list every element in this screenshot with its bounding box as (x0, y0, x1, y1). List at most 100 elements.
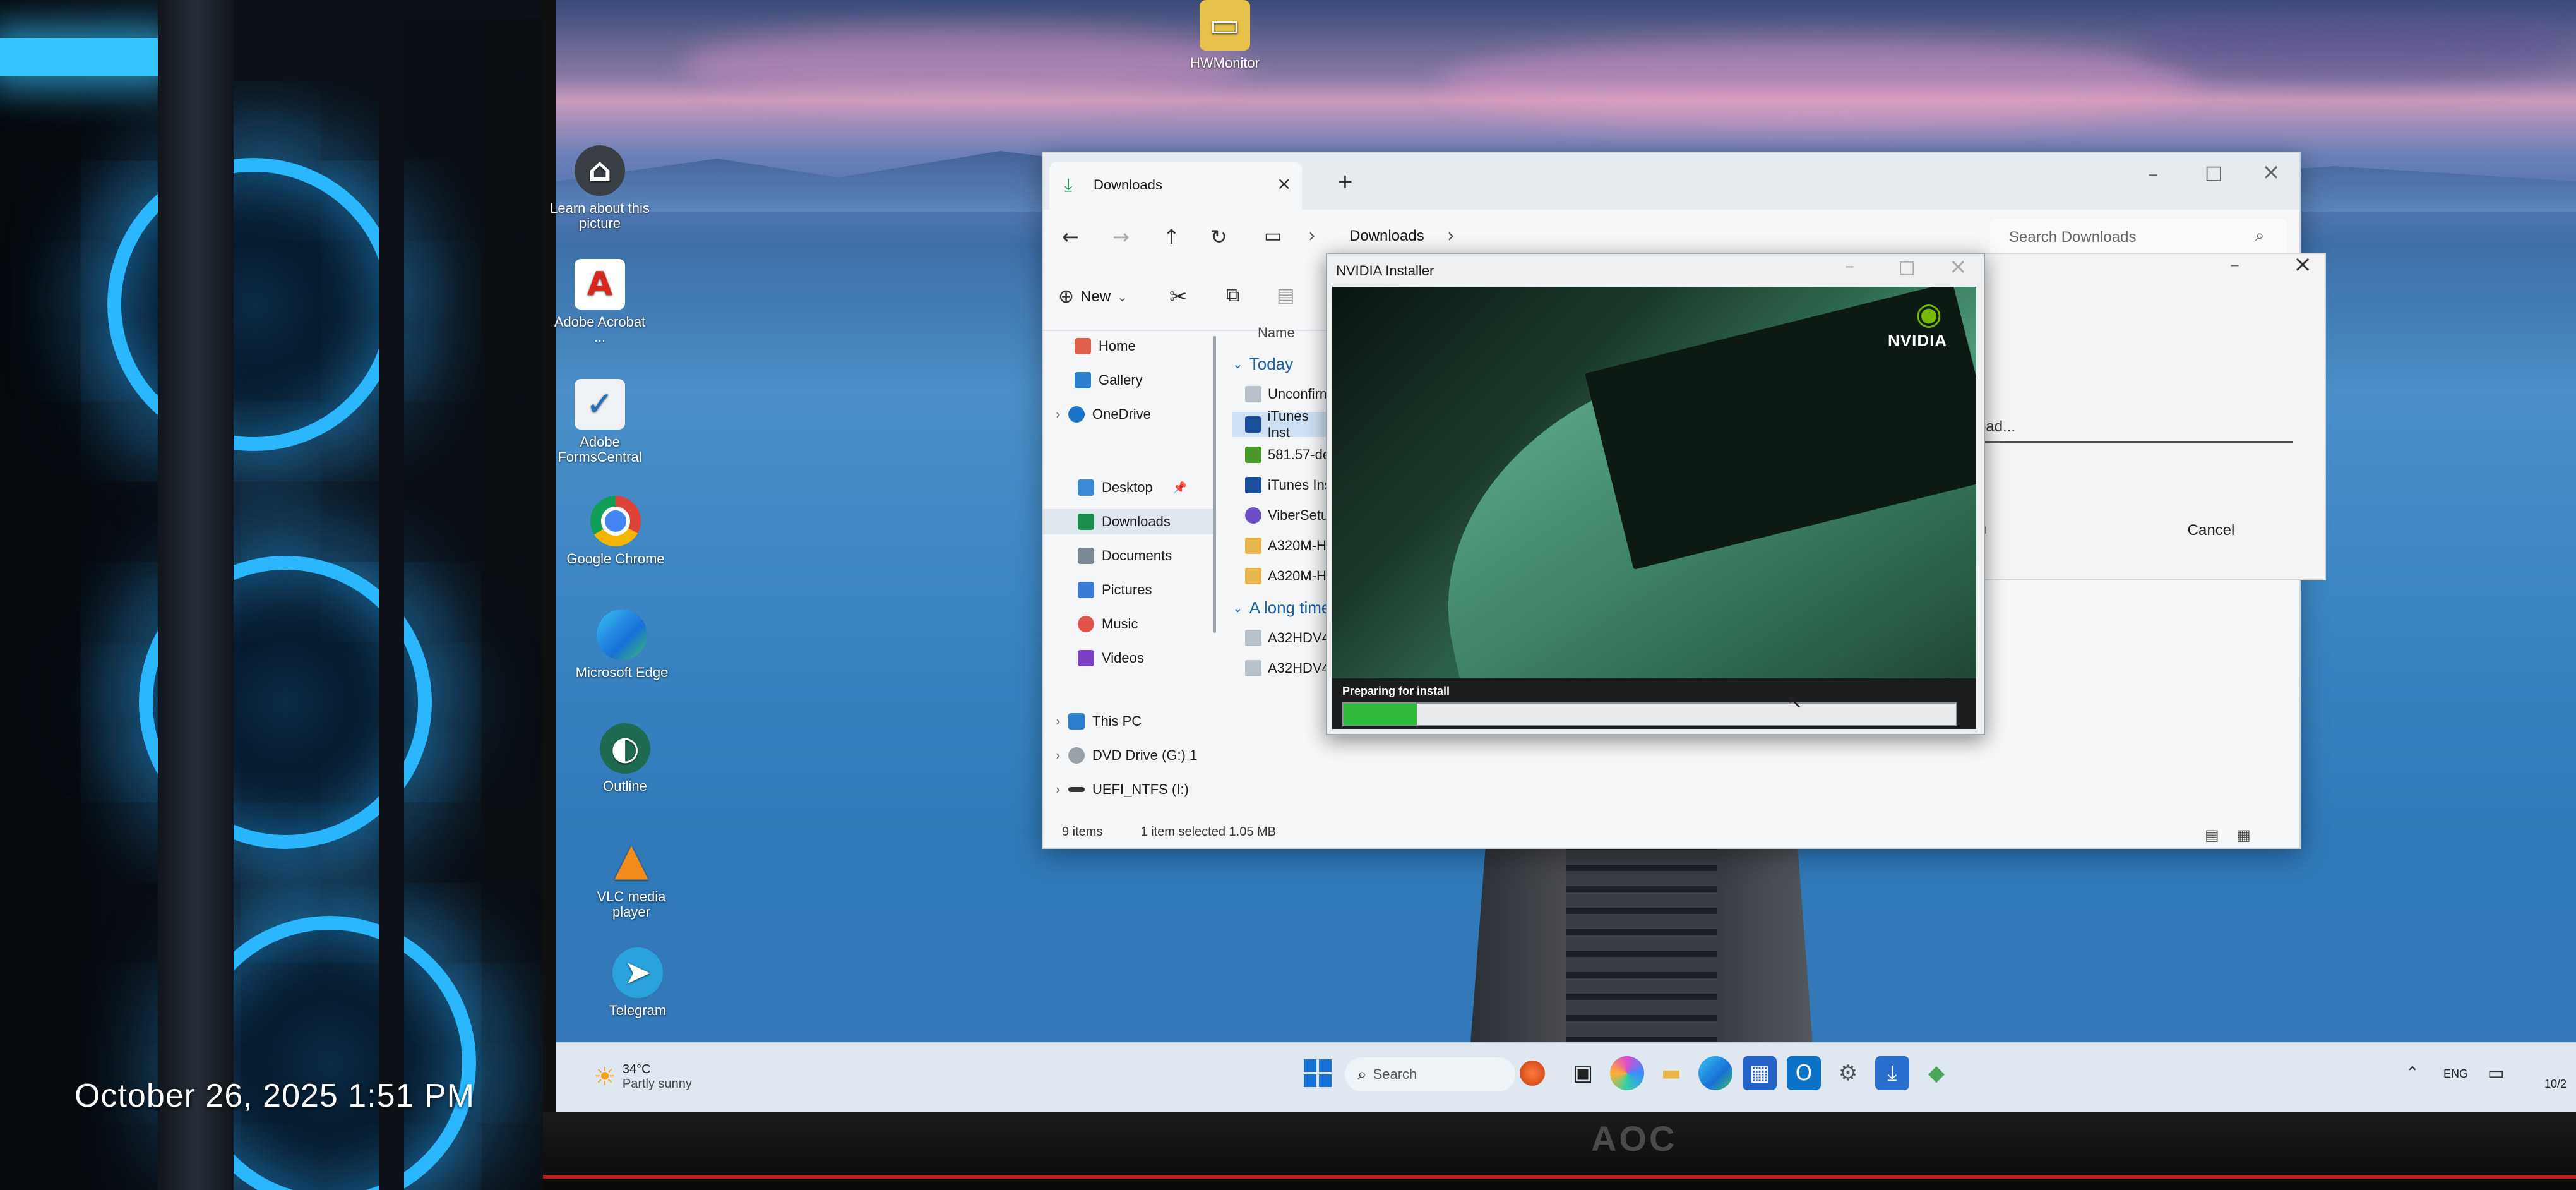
desktop-icon-vlc[interactable]: ▲ VLC media player (581, 834, 682, 920)
weather-temp: 34°C (622, 1062, 651, 1076)
nav-item-desktop[interactable]: Desktop 📌 (1078, 475, 1187, 500)
downloads-taskbar-icon[interactable]: ⤓ (1875, 1056, 1909, 1090)
copilot-icon[interactable] (1610, 1056, 1644, 1090)
minimize-icon[interactable]: – (2230, 254, 2239, 276)
start-button[interactable] (1301, 1056, 1335, 1090)
details-view-icon[interactable]: ▤ (2205, 826, 2219, 844)
onedrive-icon (1068, 406, 1085, 423)
close-window-icon[interactable]: × (2262, 159, 2281, 185)
chevron-down-icon: ⌄ (1117, 289, 1128, 304)
nav-label: UEFI_NTFS (I:) (1092, 781, 1189, 797)
dialog-field-underline (1977, 441, 2293, 443)
desktop-icon-telegram[interactable]: ➤ Telegram (587, 947, 688, 1018)
close-tab-icon[interactable]: × (1277, 173, 1291, 194)
nav-label: OneDrive (1092, 406, 1151, 422)
maximize-icon[interactable]: □ (1899, 256, 1915, 277)
file-row[interactable]: A32HDV48 (1245, 625, 1337, 651)
nav-label: Downloads (1102, 514, 1171, 529)
forms-icon: ✓ (575, 379, 625, 430)
breadcrumb[interactable]: Downloads (1349, 227, 1424, 245)
taskbar-search[interactable]: ⌕ Search (1345, 1057, 1515, 1091)
desktop-icon-label: Telegram (609, 1002, 667, 1018)
close-icon[interactable]: × (2293, 251, 2312, 277)
cancel-button[interactable]: Cancel (2110, 513, 2312, 548)
file-icon (1245, 386, 1261, 402)
file-row[interactable]: ViberSetup (1245, 503, 1336, 528)
weather-widget[interactable]: ☀ 34°C Partly sunny (593, 1062, 692, 1091)
nav-label: Pictures (1102, 582, 1152, 598)
tiles-view-icon[interactable]: ▦ (2236, 826, 2251, 844)
back-icon[interactable]: ← (1062, 225, 1079, 249)
desktop-icon-outline[interactable]: ◐ Outline (575, 723, 676, 794)
nav-item-music[interactable]: Music (1078, 611, 1138, 637)
this-pc-icon[interactable]: ▭ (1264, 225, 1282, 247)
file-row[interactable]: A320M-HD (1245, 563, 1337, 589)
file-row[interactable]: 581.57-des (1245, 442, 1337, 467)
store-icon[interactable]: ▦ (1743, 1056, 1777, 1090)
desktop-icon-edge[interactable]: Microsoft Edge (571, 610, 672, 680)
search-placeholder: Search Downloads (2009, 229, 2137, 246)
nav-item-downloads[interactable]: Downloads (1043, 509, 1213, 534)
group-long-time[interactable]: ⌄ A long time (1232, 595, 1330, 620)
file-explorer-taskbar-icon[interactable]: ▬ (1654, 1056, 1688, 1090)
nav-item-videos[interactable]: Videos (1078, 646, 1144, 671)
pc-case (0, 0, 568, 1190)
nav-scrollbar[interactable] (1213, 336, 1216, 633)
rgb-fan (107, 158, 400, 451)
language-indicator[interactable]: ENG (2443, 1067, 2468, 1081)
search-input[interactable]: Search Downloads ⌕ (1990, 219, 2287, 256)
maximize-icon[interactable]: □ (2205, 162, 2222, 184)
edge-taskbar-icon[interactable] (1698, 1056, 1732, 1090)
nvidia-logo: ◉ (1900, 296, 1957, 332)
forward-icon[interactable]: → (1112, 225, 1130, 249)
minimize-icon[interactable]: – (2148, 162, 2158, 186)
cut-icon[interactable]: ✂ (1169, 284, 1188, 310)
task-view-icon[interactable]: ▣ (1566, 1056, 1600, 1090)
nvidia-taskbar-icon[interactable]: ◆ (1919, 1056, 1953, 1090)
column-header-name[interactable]: Name (1258, 325, 1295, 341)
copy-icon[interactable]: ⧉ (1226, 284, 1239, 306)
settings-icon[interactable]: ⚙ (1831, 1056, 1865, 1090)
paste-icon[interactable]: ▤ (1277, 284, 1294, 306)
monitor-chin: AOC (543, 1112, 2576, 1190)
file-row[interactable]: iTunes Inst (1245, 472, 1335, 498)
nav-label: Desktop (1102, 479, 1153, 495)
chevron-up-icon[interactable]: ⌃ (2406, 1064, 2419, 1083)
outlook-icon[interactable]: O (1787, 1056, 1821, 1090)
taskbar-search-placeholder: Search (1373, 1066, 1417, 1082)
folder-icon (1245, 568, 1261, 584)
file-row[interactable]: Unconfirm (1245, 382, 1331, 407)
monitor-brand-logo: AOC (1591, 1119, 1678, 1158)
network-icon[interactable]: ▭ (2488, 1062, 2504, 1083)
window-title: NVIDIA Installer (1336, 263, 1434, 279)
group-label: A long time (1249, 598, 1331, 617)
nav-item-dvd-drive[interactable]: › DVD Drive (G:) 1 (1056, 743, 1197, 768)
desktop-icon-acrobat[interactable]: A Adobe Acrobat ... (549, 259, 650, 345)
desktop-icon-chrome[interactable]: Google Chrome (565, 496, 666, 567)
nav-item-pictures[interactable]: Pictures (1078, 577, 1152, 603)
new-tab-button[interactable]: + (1337, 169, 1354, 193)
desktop-icon-hwmonitor[interactable]: ▭ HWMonitor (1174, 0, 1275, 71)
refresh-icon[interactable]: ↻ (1210, 225, 1227, 249)
group-today[interactable]: ⌄ Today (1232, 351, 1293, 376)
file-row-selected[interactable]: iTunes Inst (1232, 408, 1333, 440)
up-icon[interactable]: ↑ (1163, 225, 1180, 249)
file-row[interactable]: A320M-HD (1245, 533, 1337, 558)
close-icon[interactable]: × (1949, 254, 1967, 279)
nav-item-onedrive[interactable]: › OneDrive (1056, 402, 1151, 427)
tab-downloads[interactable]: ⤓ Downloads × (1049, 162, 1302, 210)
nav-item-this-pc[interactable]: › This PC (1056, 709, 1142, 734)
nav-item-documents[interactable]: Documents (1078, 543, 1172, 568)
new-button[interactable]: ⊕ New ⌄ (1058, 285, 1128, 308)
file-row[interactable]: A32HDV47 (1245, 656, 1337, 681)
nav-item-home[interactable]: Home (1075, 334, 1136, 359)
clock-date[interactable]: 10/2 (2544, 1078, 2567, 1091)
minimize-icon[interactable]: – (1845, 255, 1854, 277)
desktop-icon-formscentral[interactable]: ✓ Adobe FormsCentral (549, 379, 650, 465)
widgets-icon[interactable] (1515, 1056, 1549, 1090)
desktop-icon-learn-about[interactable]: ⌂ Learn about this picture (549, 145, 650, 231)
download-dialog: – × oad... ended Cancel (1945, 251, 2326, 580)
nav-label: Gallery (1099, 372, 1143, 388)
nav-item-gallery[interactable]: Gallery (1075, 368, 1143, 393)
nav-item-uefi-ntfs[interactable]: › UEFI_NTFS (I:) (1056, 777, 1189, 802)
